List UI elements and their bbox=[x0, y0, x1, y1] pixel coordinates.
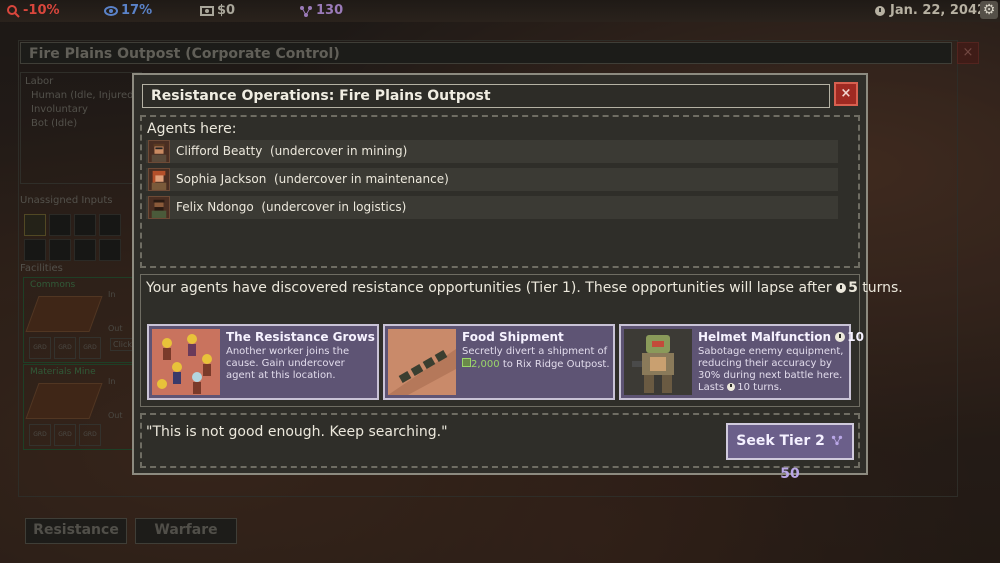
settings-gear-icon[interactable]: ⚙ bbox=[980, 1, 998, 19]
opportunity-card-helmet-malfunction[interactable]: Helmet Malfunction 10 Sabotage enemy equ… bbox=[619, 324, 864, 400]
seek-label: Seek Tier 2 bbox=[736, 433, 825, 449]
money-value: $0 bbox=[217, 3, 236, 18]
agent-role: (undercover in maintenance) bbox=[273, 172, 449, 186]
eye-icon bbox=[104, 5, 118, 16]
convoy-art-icon bbox=[388, 329, 456, 395]
card-turns: 10 bbox=[847, 330, 864, 344]
agent-row[interactable]: Sophia Jackson (undercover in maintenanc… bbox=[146, 168, 838, 191]
card-title: The Resistance Grows bbox=[226, 330, 375, 344]
clock-icon bbox=[835, 332, 846, 342]
stability-value: -10% bbox=[23, 3, 60, 18]
food-amount: 2,000 bbox=[471, 359, 500, 370]
discovery-turns: 5 bbox=[848, 280, 858, 296]
clock-icon bbox=[875, 5, 885, 16]
influence-icon bbox=[831, 435, 842, 446]
money-icon bbox=[200, 5, 214, 16]
agent-name: Felix Ndongo bbox=[176, 200, 254, 214]
agent-row[interactable]: Clifford Beatty (undercover in mining) bbox=[146, 140, 838, 163]
crowd-art-icon bbox=[152, 329, 220, 395]
seek-tier-2-button[interactable]: Seek Tier 2 50 bbox=[726, 423, 854, 482]
dialog-close-button[interactable]: × bbox=[834, 82, 858, 106]
agent-row[interactable]: Felix Ndongo (undercover in logistics) bbox=[146, 196, 838, 219]
agent-role: (undercover in logistics) bbox=[261, 200, 407, 214]
seek-cost: 50 bbox=[780, 466, 800, 482]
card-title: Helmet Malfunction 10 bbox=[698, 330, 864, 344]
date-value: Jan. 22, 2042 bbox=[890, 3, 987, 18]
agent-portrait bbox=[148, 196, 170, 219]
discovery-suffix: turns. bbox=[862, 280, 903, 296]
clock-icon bbox=[727, 383, 736, 391]
stability-icon bbox=[7, 4, 20, 18]
agent-portrait bbox=[148, 140, 170, 163]
card-title-text: Helmet Malfunction bbox=[698, 330, 832, 344]
card-desc-post: to Rix Ridge Outpost. bbox=[502, 359, 610, 370]
awareness-value: 17% bbox=[121, 3, 153, 18]
food-icon bbox=[462, 358, 471, 367]
card-description: Sabotage enemy equipment, reducing their… bbox=[698, 346, 848, 394]
agent-role: (undercover in mining) bbox=[269, 144, 408, 158]
card-title: Food Shipment bbox=[462, 330, 564, 344]
discovery-text: Your agents have discovered resistance o… bbox=[146, 280, 832, 296]
influence-icon bbox=[300, 5, 312, 17]
date-stat: Jan. 22, 2042 bbox=[875, 3, 986, 18]
agent-portrait bbox=[148, 168, 170, 191]
agent-name: Sophia Jackson bbox=[176, 172, 267, 186]
clock-icon bbox=[836, 283, 847, 293]
agent-label: Felix Ndongo (undercover in logistics) bbox=[176, 200, 406, 214]
agent-name: Clifford Beatty bbox=[176, 144, 263, 158]
card-desc-pre: Secretly divert a shipment of bbox=[462, 346, 608, 357]
search-quote: "This is not good enough. Keep searching… bbox=[146, 424, 448, 440]
card-description: Another worker joins the cause. Gain und… bbox=[226, 346, 350, 381]
card-desc-turns: 10 bbox=[737, 382, 750, 393]
dialog-title: Resistance Operations: Fire Plains Outpo… bbox=[142, 84, 830, 108]
agent-label: Clifford Beatty (undercover in mining) bbox=[176, 144, 407, 158]
card-description: Secretly divert a shipment of 2,000 to R… bbox=[462, 346, 612, 371]
opportunity-card-resistance-grows[interactable]: The Resistance Grows Another worker join… bbox=[147, 324, 379, 400]
opportunity-card-food-shipment[interactable]: Food Shipment Secretly divert a shipment… bbox=[383, 324, 615, 400]
stability-stat: -10% bbox=[6, 3, 60, 18]
influence-stat: 130 bbox=[299, 3, 343, 18]
influence-value: 130 bbox=[316, 3, 344, 18]
discovery-message: Your agents have discovered resistance o… bbox=[146, 280, 903, 296]
status-bar: -10% 17% $0 130 Jan. 22, 2042 ⚙ bbox=[0, 0, 1000, 22]
agents-label: Agents here: bbox=[147, 121, 237, 137]
agent-label: Sophia Jackson (undercover in maintenanc… bbox=[176, 172, 449, 186]
soldier-art-icon bbox=[624, 329, 692, 395]
agents-panel bbox=[140, 115, 860, 268]
card-desc-suffix: turns. bbox=[753, 382, 783, 393]
awareness-stat: 17% bbox=[104, 3, 152, 18]
money-stat: $0 bbox=[200, 3, 235, 18]
